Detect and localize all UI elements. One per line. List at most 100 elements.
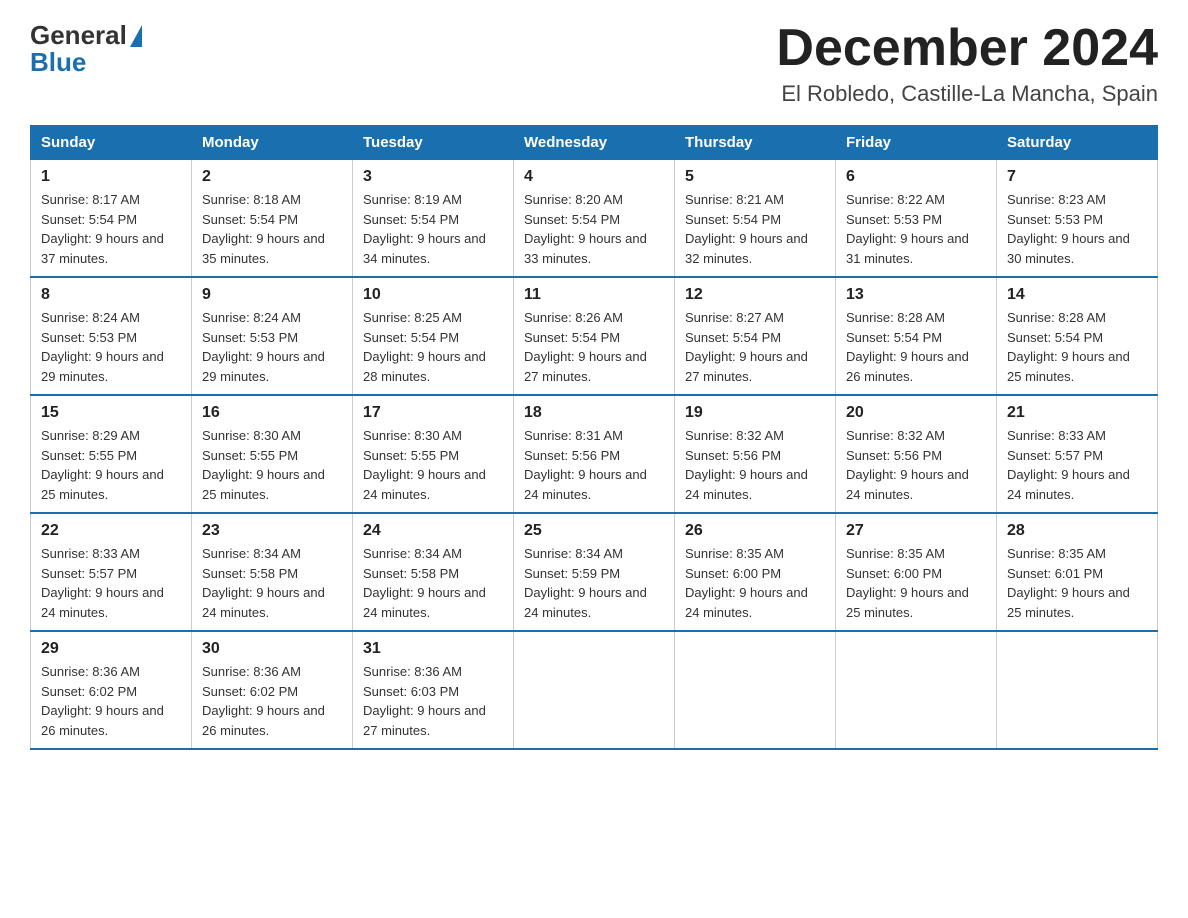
calendar-day-cell: 6Sunrise: 8:22 AMSunset: 5:53 PMDaylight… [836, 160, 997, 278]
page-header: General Blue December 2024 El Robledo, C… [30, 20, 1158, 107]
day-info: Sunrise: 8:31 AMSunset: 5:56 PMDaylight:… [524, 426, 664, 504]
day-info: Sunrise: 8:24 AMSunset: 5:53 PMDaylight:… [41, 308, 181, 386]
calendar-week-row: 22Sunrise: 8:33 AMSunset: 5:57 PMDayligh… [31, 513, 1158, 631]
day-info: Sunrise: 8:35 AMSunset: 6:00 PMDaylight:… [846, 544, 986, 622]
calendar-day-cell: 19 Sunrise: 8:32 AMSunset: 5:56 PMDayligh… [675, 395, 836, 513]
day-info: Sunrise: 8:26 AMSunset: 5:54 PMDaylight:… [524, 308, 664, 386]
day-info: Sunrise: 8:27 AMSunset: 5:54 PMDaylight:… [685, 308, 825, 386]
day-number: 20 [846, 404, 986, 422]
day-info: Sunrise: 8:23 AMSunset: 5:53 PMDaylight:… [1007, 190, 1147, 268]
day-info: Sunrise: 8:25 AMSunset: 5:54 PMDaylight:… [363, 308, 503, 386]
day-number: 31 [363, 640, 503, 658]
day-info: Sunrise: 8:28 AMSunset: 5:54 PMDaylight:… [1007, 308, 1147, 386]
calendar-day-cell: 21 Sunrise: 8:33 AMSunset: 5:57 PMDayligh… [997, 395, 1158, 513]
day-number: 28 [1007, 522, 1147, 540]
calendar-day-cell: 28Sunrise: 8:35 AMSunset: 6:01 PMDayligh… [997, 513, 1158, 631]
day-number: 18 [524, 404, 664, 422]
calendar-day-cell: 23 Sunrise: 8:34 AMSunset: 5:58 PMDayligh… [192, 513, 353, 631]
calendar-day-cell: 1 Sunrise: 8:17 AMSunset: 5:54 PMDaylight… [31, 160, 192, 278]
calendar-day-cell: 25Sunrise: 8:34 AMSunset: 5:59 PMDayligh… [514, 513, 675, 631]
day-number: 19 [685, 404, 825, 422]
header-cell-saturday: Saturday [997, 126, 1158, 160]
day-number: 9 [202, 286, 342, 304]
calendar-week-row: 8 Sunrise: 8:24 AMSunset: 5:53 PMDaylight… [31, 277, 1158, 395]
calendar-day-cell: 13Sunrise: 8:28 AMSunset: 5:54 PMDayligh… [836, 277, 997, 395]
day-info: Sunrise: 8:34 AMSunset: 5:58 PMDaylight:… [363, 544, 503, 622]
calendar-day-cell: 2Sunrise: 8:18 AMSunset: 5:54 PMDaylight… [192, 160, 353, 278]
day-number: 16 [202, 404, 342, 422]
day-info: Sunrise: 8:17 AMSunset: 5:54 PMDaylight:… [41, 190, 181, 268]
calendar-week-row: 15 Sunrise: 8:29 AMSunset: 5:55 PMDayligh… [31, 395, 1158, 513]
day-info: Sunrise: 8:34 AMSunset: 5:58 PMDaylight:… [202, 544, 342, 622]
day-number: 29 [41, 640, 181, 658]
day-info: Sunrise: 8:19 AMSunset: 5:54 PMDaylight:… [363, 190, 503, 268]
calendar-week-row: 29 Sunrise: 8:36 AMSunset: 6:02 PMDayligh… [31, 631, 1158, 749]
calendar-day-cell: 12 Sunrise: 8:27 AMSunset: 5:54 PMDayligh… [675, 277, 836, 395]
day-number: 7 [1007, 168, 1147, 186]
header-cell-wednesday: Wednesday [514, 126, 675, 160]
day-info: Sunrise: 8:30 AMSunset: 5:55 PMDaylight:… [363, 426, 503, 504]
calendar-day-cell: 15 Sunrise: 8:29 AMSunset: 5:55 PMDayligh… [31, 395, 192, 513]
calendar-day-cell: 5 Sunrise: 8:21 AMSunset: 5:54 PMDaylight… [675, 160, 836, 278]
day-number: 8 [41, 286, 181, 304]
day-number: 27 [846, 522, 986, 540]
day-number: 12 [685, 286, 825, 304]
day-number: 14 [1007, 286, 1147, 304]
calendar-day-cell: 29 Sunrise: 8:36 AMSunset: 6:02 PMDayligh… [31, 631, 192, 749]
header-cell-tuesday: Tuesday [353, 126, 514, 160]
calendar-day-cell: 10 Sunrise: 8:25 AMSunset: 5:54 PMDayligh… [353, 277, 514, 395]
header-cell-friday: Friday [836, 126, 997, 160]
day-info: Sunrise: 8:28 AMSunset: 5:54 PMDaylight:… [846, 308, 986, 386]
header-cell-thursday: Thursday [675, 126, 836, 160]
day-info: Sunrise: 8:35 AMSunset: 6:00 PMDaylight:… [685, 544, 825, 622]
day-number: 5 [685, 168, 825, 186]
day-info: Sunrise: 8:36 AMSunset: 6:02 PMDaylight:… [202, 662, 342, 740]
title-area: December 2024 El Robledo, Castille-La Ma… [776, 20, 1158, 107]
calendar-day-cell: 11 Sunrise: 8:26 AMSunset: 5:54 PMDayligh… [514, 277, 675, 395]
day-number: 23 [202, 522, 342, 540]
calendar-day-cell: 24 Sunrise: 8:34 AMSunset: 5:58 PMDayligh… [353, 513, 514, 631]
day-number: 10 [363, 286, 503, 304]
calendar-day-cell: 8 Sunrise: 8:24 AMSunset: 5:53 PMDaylight… [31, 277, 192, 395]
day-number: 11 [524, 286, 664, 304]
calendar-day-cell: 7 Sunrise: 8:23 AMSunset: 5:53 PMDaylight… [997, 160, 1158, 278]
calendar-day-cell: 18 Sunrise: 8:31 AMSunset: 5:56 PMDayligh… [514, 395, 675, 513]
day-info: Sunrise: 8:33 AMSunset: 5:57 PMDaylight:… [41, 544, 181, 622]
calendar-day-cell [514, 631, 675, 749]
calendar-day-cell: 20 Sunrise: 8:32 AMSunset: 5:56 PMDayligh… [836, 395, 997, 513]
day-number: 1 [41, 168, 181, 186]
day-info: Sunrise: 8:32 AMSunset: 5:56 PMDaylight:… [846, 426, 986, 504]
day-number: 2 [202, 168, 342, 186]
day-number: 21 [1007, 404, 1147, 422]
calendar-day-cell: 30 Sunrise: 8:36 AMSunset: 6:02 PMDayligh… [192, 631, 353, 749]
calendar-week-row: 1 Sunrise: 8:17 AMSunset: 5:54 PMDaylight… [31, 160, 1158, 278]
header-cell-monday: Monday [192, 126, 353, 160]
day-info: Sunrise: 8:21 AMSunset: 5:54 PMDaylight:… [685, 190, 825, 268]
day-info: Sunrise: 8:32 AMSunset: 5:56 PMDaylight:… [685, 426, 825, 504]
day-number: 3 [363, 168, 503, 186]
calendar-day-cell: 31 Sunrise: 8:36 AMSunset: 6:03 PMDayligh… [353, 631, 514, 749]
calendar-day-cell: 14 Sunrise: 8:28 AMSunset: 5:54 PMDayligh… [997, 277, 1158, 395]
day-info: Sunrise: 8:33 AMSunset: 5:57 PMDaylight:… [1007, 426, 1147, 504]
calendar-day-cell: 16 Sunrise: 8:30 AMSunset: 5:55 PMDayligh… [192, 395, 353, 513]
day-number: 15 [41, 404, 181, 422]
day-info: Sunrise: 8:24 AMSunset: 5:53 PMDaylight:… [202, 308, 342, 386]
calendar-day-cell: 17Sunrise: 8:30 AMSunset: 5:55 PMDayligh… [353, 395, 514, 513]
day-number: 24 [363, 522, 503, 540]
logo-triangle-icon [130, 25, 142, 47]
day-number: 26 [685, 522, 825, 540]
logo-blue-text: Blue [30, 47, 86, 78]
day-info: Sunrise: 8:36 AMSunset: 6:02 PMDaylight:… [41, 662, 181, 740]
day-info: Sunrise: 8:34 AMSunset: 5:59 PMDaylight:… [524, 544, 664, 622]
calendar-day-cell: 9 Sunrise: 8:24 AMSunset: 5:53 PMDaylight… [192, 277, 353, 395]
calendar-day-cell: 4Sunrise: 8:20 AMSunset: 5:54 PMDaylight… [514, 160, 675, 278]
day-info: Sunrise: 8:30 AMSunset: 5:55 PMDaylight:… [202, 426, 342, 504]
logo: General Blue [30, 20, 142, 78]
location-subtitle: El Robledo, Castille-La Mancha, Spain [776, 81, 1158, 107]
day-info: Sunrise: 8:22 AMSunset: 5:53 PMDaylight:… [846, 190, 986, 268]
day-number: 30 [202, 640, 342, 658]
day-info: Sunrise: 8:36 AMSunset: 6:03 PMDaylight:… [363, 662, 503, 740]
day-info: Sunrise: 8:29 AMSunset: 5:55 PMDaylight:… [41, 426, 181, 504]
day-number: 4 [524, 168, 664, 186]
calendar-day-cell [675, 631, 836, 749]
